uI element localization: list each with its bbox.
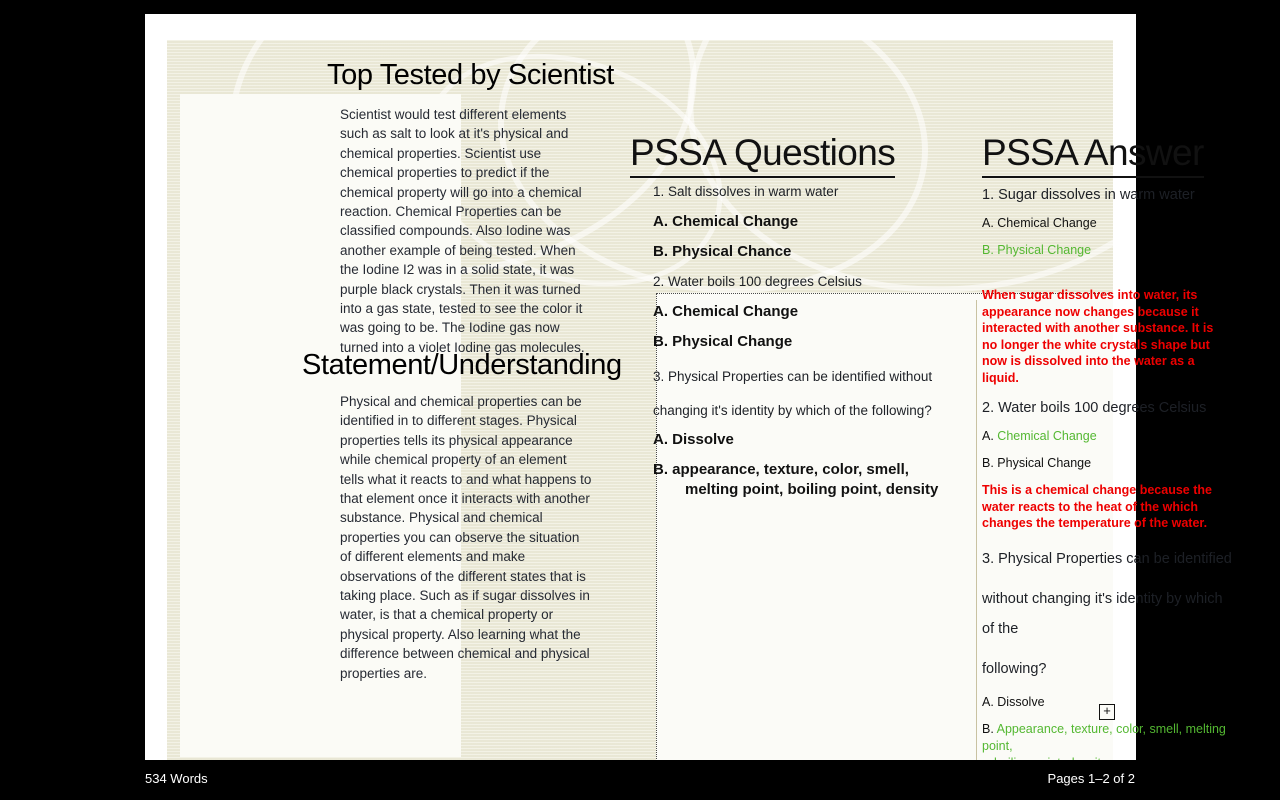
answers-group-two: When sugar dissolves into water, its app… xyxy=(982,287,1232,800)
questions-group-two: 2. Water boils 100 degrees Celsius A. Ch… xyxy=(653,272,953,510)
document-viewport[interactable]: Top Tested by Scientist Scientist would … xyxy=(145,12,1232,800)
question-3-option-a: A. Dissolve xyxy=(653,431,734,448)
question-3-text-line-1: 3. Physical Properties can be identified… xyxy=(653,369,933,384)
status-bar: 534 Words Pages 1–2 of 2 xyxy=(0,760,1280,800)
screen: Top Tested by Scientist Scientist would … xyxy=(0,0,1280,800)
heading-top-tested-by-scientist: Top Tested by Scientist xyxy=(327,59,614,91)
table-move-handle-icon[interactable]: + xyxy=(1099,704,1115,720)
answer-2-explanation: This is a chemical change because the wa… xyxy=(982,483,1212,530)
question-2-option-a: A. Chemical Change xyxy=(653,303,799,320)
heading-pssa-answer: PSSA Answer xyxy=(982,132,1204,178)
answers-group-one: 1. Sugar dissolves in warm water A. Chem… xyxy=(982,185,1232,269)
question-1-option-b: B. Physical Chance xyxy=(653,243,792,260)
answer-2-text: 2. Water boils 100 degrees Celsius xyxy=(982,400,1207,416)
answer-3-text-line-3: following? xyxy=(982,660,1047,677)
answer-3-text-line-2: without changing it's identity by which … xyxy=(982,590,1223,637)
question-3-option-b-line-1: B. appearance, texture, color, smell, xyxy=(653,461,909,478)
question-3-option-b: B. appearance, texture, color, smell, me… xyxy=(653,460,953,500)
page-range-status[interactable]: Pages 1–2 of 2 xyxy=(1048,771,1135,786)
paragraph-statement-understanding: Physical and chemical properties can be … xyxy=(340,394,592,681)
answer-2-option-a-label: A. xyxy=(982,429,994,443)
answer-2-option-a-value: Chemical Change xyxy=(997,429,1097,443)
answer-1-option-a: A. Chemical Change xyxy=(982,216,1097,230)
answer-1-explanation: When sugar dissolves into water, its app… xyxy=(982,288,1214,385)
answer-2-option-a-correct: A. Chemical Change xyxy=(982,428,1232,445)
column-divider xyxy=(976,300,977,762)
paragraph-top-tested: Scientist would test different elements … xyxy=(340,107,585,355)
question-2-text: 2. Water boils 100 degrees Celsius xyxy=(653,274,862,289)
answer-1-text: 1. Sugar dissolves in warm water xyxy=(982,187,1195,203)
heading-statement-understanding: Statement/Understanding xyxy=(302,349,622,381)
question-3-text-line-2: changing it's identity by which of the f… xyxy=(653,403,932,418)
word-count-status[interactable]: 534 Words xyxy=(145,771,208,786)
question-1-option-a: A. Chemical Change xyxy=(653,213,799,230)
question-1-text: 1. Salt dissolves in warm water xyxy=(653,184,839,199)
questions-group-one: 1. Salt dissolves in warm water A. Chemi… xyxy=(653,182,953,272)
question-2-option-b: B. Physical Change xyxy=(653,333,793,350)
answer-3-text-line-1: 3. Physical Properties can be identified xyxy=(982,550,1232,567)
answer-2-option-b: B. Physical Change xyxy=(982,456,1092,470)
heading-pssa-questions: PSSA Questions xyxy=(630,132,896,178)
question-3-option-b-line-2: melting point, boiling point, density xyxy=(685,481,939,498)
answer-3-option-b-line-1: Appearance, texture, color, smell, melti… xyxy=(982,721,1226,753)
answer-1-option-b-correct: B. Physical Change xyxy=(982,243,1092,257)
answer-3-option-b-label: B. xyxy=(982,721,994,736)
